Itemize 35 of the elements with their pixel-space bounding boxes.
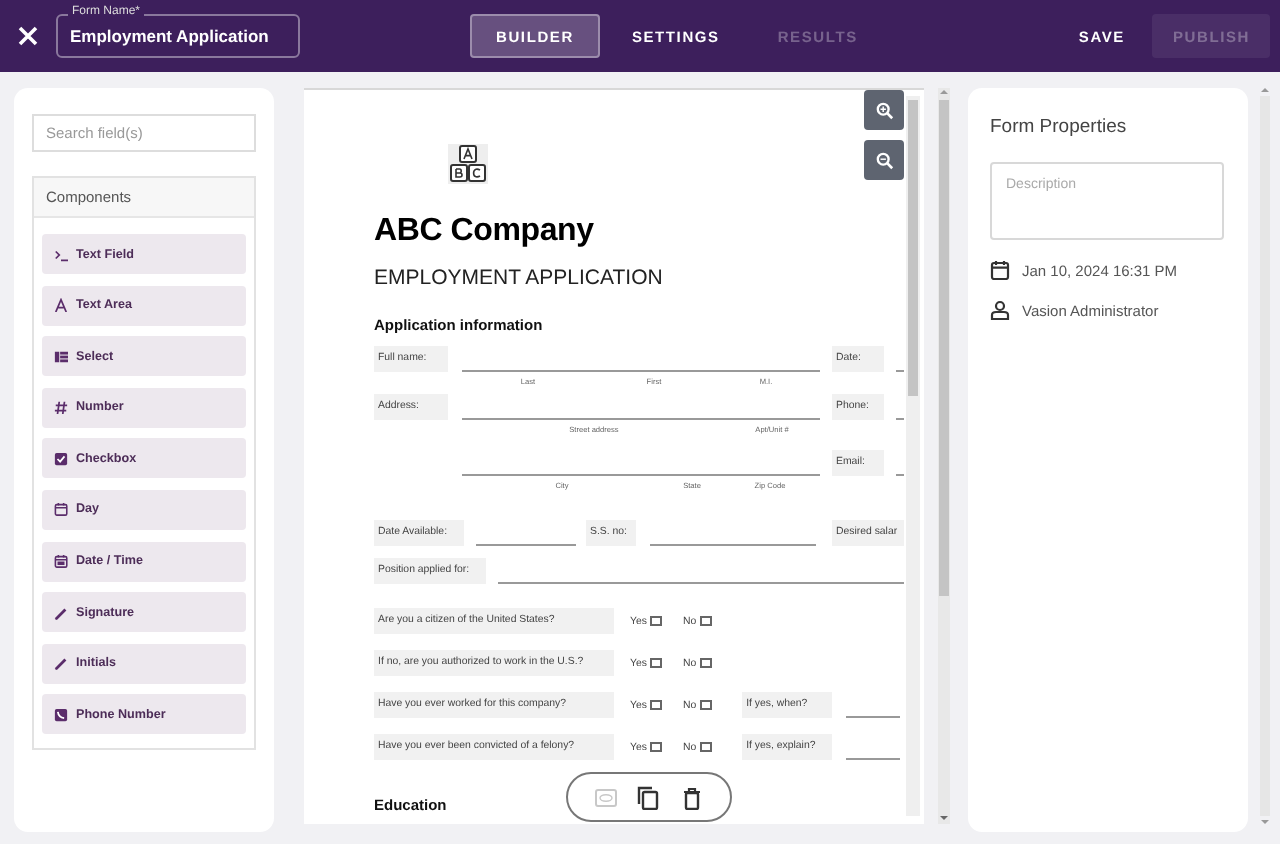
- fill-in-line[interactable]: [476, 544, 576, 546]
- scrollbar[interactable]: [936, 88, 952, 824]
- prompt-icon: [54, 247, 68, 261]
- company-name: ABC Company: [374, 214, 596, 250]
- fill-in-line[interactable]: [846, 758, 901, 760]
- close-icon[interactable]: [18, 26, 38, 46]
- pen-icon: [54, 605, 68, 620]
- fill-in-line[interactable]: [896, 418, 904, 420]
- checkbox-icon: [54, 451, 68, 466]
- hash-icon: [54, 400, 68, 415]
- fill-in-line[interactable]: [846, 716, 901, 718]
- panel-title: Form Properties: [990, 116, 1129, 138]
- pen-icon: [54, 656, 68, 671]
- calendar-icon: [990, 260, 1010, 280]
- letter-a-icon: [54, 298, 68, 313]
- scrollbar[interactable]: [906, 96, 920, 816]
- calendar-icon: [54, 554, 68, 569]
- fill-in-line[interactable]: [498, 582, 904, 584]
- list-icon: [54, 349, 68, 364]
- copy-icon[interactable]: [636, 785, 661, 809]
- fill-in-line[interactable]: [462, 370, 820, 372]
- phone-icon: [54, 707, 68, 722]
- fill-in-line[interactable]: [896, 370, 904, 372]
- form-title: EMPLOYMENT APPLICATION: [374, 266, 665, 290]
- calendar-icon: [54, 502, 68, 517]
- fill-in-line[interactable]: [650, 544, 816, 546]
- scrollbar[interactable]: [1254, 84, 1276, 828]
- zoom-in-icon[interactable]: [864, 90, 904, 130]
- delete-icon[interactable]: [680, 785, 705, 809]
- zoom-out-icon[interactable]: [864, 140, 904, 180]
- fill-in-line[interactable]: [462, 418, 820, 420]
- blocks-logo: [448, 144, 488, 184]
- user-icon: [990, 300, 1010, 320]
- fill-in-line[interactable]: [896, 474, 904, 476]
- fill-in-line[interactable]: [462, 474, 820, 476]
